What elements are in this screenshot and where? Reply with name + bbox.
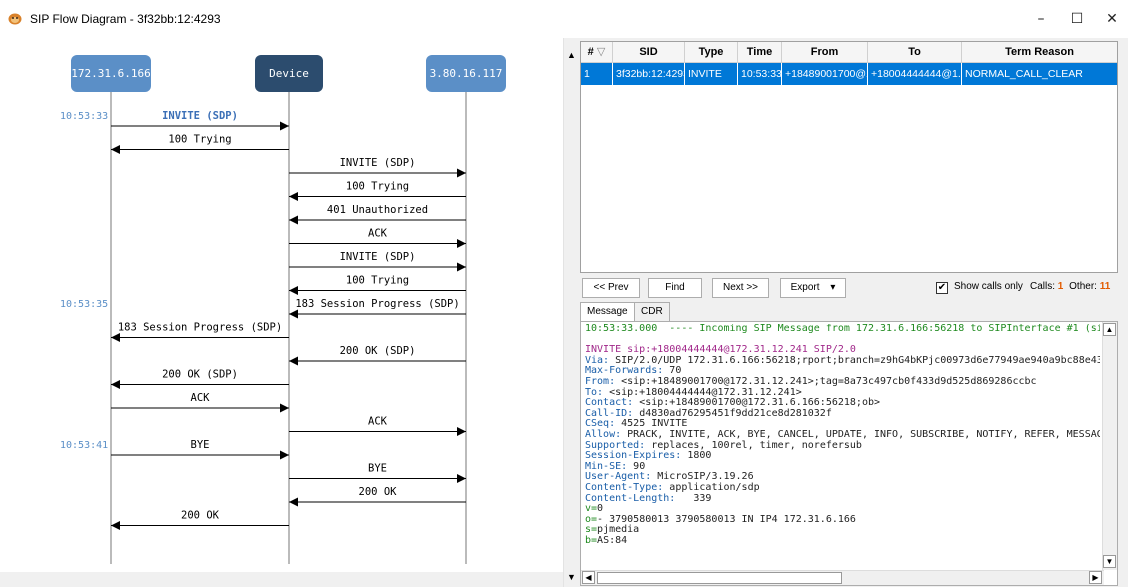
message-line: b=AS:84 xyxy=(585,534,628,546)
message-label[interactable]: INVITE (SDP) xyxy=(162,110,238,122)
table-row[interactable]: 1 3f32bb:12:4293 INVITE 10:53:33 +184890… xyxy=(581,63,1117,85)
prev-button[interactable]: << Prev xyxy=(582,278,640,298)
message-label[interactable]: ACK xyxy=(368,416,388,428)
participant-label: Device xyxy=(269,67,309,80)
message-view[interactable]: 10:53:33.000 ---- Incoming SIP Message f… xyxy=(580,321,1118,586)
message-line: Content-Length: 339 xyxy=(585,492,712,504)
column-header-number[interactable]: # ▽ xyxy=(581,42,613,62)
message-label[interactable]: ACK xyxy=(191,392,211,404)
message-line: o=- 3790580013 3790580013 IN IP4 172.31.… xyxy=(585,513,856,525)
scrollbar-thumb[interactable] xyxy=(597,572,842,584)
message-line: Session-Expires: 1800 xyxy=(585,450,712,462)
message-label[interactable]: 200 OK xyxy=(181,510,220,522)
message-label[interactable]: 100 Trying xyxy=(346,275,409,287)
message-label[interactable]: 200 OK xyxy=(359,486,398,498)
diagram-horizontal-scrollbar[interactable] xyxy=(0,572,563,587)
other-label: Other: xyxy=(1069,281,1097,292)
export-label: Export xyxy=(790,282,820,293)
column-header-sid[interactable]: SID xyxy=(613,42,685,62)
cell-term-reason: NORMAL_CALL_CLEAR xyxy=(965,68,1083,80)
column-header-term-reason[interactable]: Term Reason xyxy=(962,42,1117,62)
app-logo-icon xyxy=(8,13,22,25)
scroll-down-icon[interactable]: ▼ xyxy=(564,570,579,585)
show-calls-only-checkbox[interactable]: ✔ xyxy=(936,282,948,294)
show-calls-only-label: Show calls only xyxy=(954,281,1023,292)
column-header-time[interactable]: Time xyxy=(738,42,782,62)
cell-time: 10:53:33 xyxy=(738,63,782,85)
timestamp-label: 10:53:33 xyxy=(60,111,108,122)
find-button[interactable]: Find xyxy=(648,278,702,298)
cell-sid: 3f32bb:12:4293 xyxy=(613,63,685,85)
message-label[interactable]: 183 Session Progress (SDP) xyxy=(295,298,459,310)
message-label[interactable]: 100 Trying xyxy=(168,134,231,146)
calls-count: 1 xyxy=(1057,281,1064,292)
scroll-up-icon[interactable]: ▲ xyxy=(1103,323,1116,336)
cell-number: 1 xyxy=(581,63,613,85)
sip-flow-diagram: 172.31.6.166 Device 3.80.16.117 INVITE (SDP… xyxy=(0,38,563,587)
other-count: 11 xyxy=(1099,281,1111,292)
toolbar: << Prev Find Next >> Export ▾ ✔ Show cal… xyxy=(578,278,1128,300)
calls-label: Calls: xyxy=(1030,281,1056,292)
table-header: # ▽ SID Type Time From To Term Reason xyxy=(581,42,1117,63)
scroll-up-icon[interactable]: ▲ xyxy=(564,48,579,63)
column-header-from[interactable]: From xyxy=(782,42,868,62)
call-counts: Calls: 1 Other: 11 xyxy=(1030,281,1110,292)
message-label[interactable]: 100 Trying xyxy=(346,181,409,193)
message-line: s=pjmedia xyxy=(585,524,640,536)
export-button[interactable]: Export ▾ xyxy=(780,278,846,298)
sequence-diagram: 172.31.6.166 Device 3.80.16.117 INVITE (SDP… xyxy=(60,55,506,564)
timestamp-label: 10:53:35 xyxy=(60,299,108,310)
cell-to: +18004444444@1... xyxy=(868,63,962,85)
message-label[interactable]: 200 OK (SDP) xyxy=(340,345,416,357)
message-label[interactable]: INVITE (SDP) xyxy=(340,157,416,169)
participant-label: 3.80.16.117 xyxy=(430,67,503,80)
calls-table[interactable]: # ▽ SID Type Time From To Term Reason 1 … xyxy=(580,41,1118,273)
diagram-vertical-scrollbar[interactable]: ▲ ▼ xyxy=(563,38,578,587)
tab-cdr[interactable]: CDR xyxy=(634,302,670,322)
message-label[interactable]: 183 Session Progress (SDP) xyxy=(118,322,282,334)
column-header-type[interactable]: Type xyxy=(685,42,738,62)
sort-icon: ▽ xyxy=(596,46,606,58)
details-pane: # ▽ SID Type Time From To Term Reason 1 … xyxy=(578,38,1128,587)
message-label[interactable]: ACK xyxy=(368,228,388,240)
message-vertical-scrollbar[interactable]: ▲ ▼ xyxy=(1102,322,1117,570)
message-label[interactable]: BYE xyxy=(191,439,210,451)
sip-message-text: 10:53:33.000 ---- Incoming SIP Message f… xyxy=(585,324,1100,568)
close-button[interactable]: ✕ xyxy=(1103,10,1121,28)
message-label[interactable]: BYE xyxy=(368,463,387,475)
tab-message[interactable]: Message xyxy=(580,302,635,323)
scroll-right-icon[interactable]: ▶ xyxy=(1089,571,1102,584)
column-header-to[interactable]: To xyxy=(868,42,962,62)
message-line: 10:53:33.000 ---- Incoming SIP Message f… xyxy=(585,324,1100,334)
next-button[interactable]: Next >> xyxy=(712,278,769,298)
minimize-button[interactable]: – xyxy=(1032,10,1050,28)
maximize-button[interactable]: ☐ xyxy=(1068,10,1086,28)
cell-from: +18489001700@1... xyxy=(782,63,868,85)
message-label[interactable]: 200 OK (SDP) xyxy=(162,369,238,381)
title-bar: SIP Flow Diagram - 3f32bb:12:4293 – ☐ ✕ xyxy=(0,0,1128,38)
message-label[interactable]: INVITE (SDP) xyxy=(340,251,416,263)
participant-label: 172.31.6.166 xyxy=(71,67,150,80)
window-title: SIP Flow Diagram - 3f32bb:12:4293 xyxy=(30,12,221,26)
scroll-down-icon[interactable]: ▼ xyxy=(1103,555,1116,568)
scroll-left-icon[interactable]: ◀ xyxy=(582,571,595,584)
timestamp-label: 10:53:41 xyxy=(60,440,108,451)
cell-type: INVITE xyxy=(685,63,738,85)
dropdown-arrow-icon: ▾ xyxy=(830,282,836,293)
message-label[interactable]: 401 Unauthorized xyxy=(327,204,428,216)
message-horizontal-scrollbar[interactable]: ◀ ▶ xyxy=(581,570,1104,585)
